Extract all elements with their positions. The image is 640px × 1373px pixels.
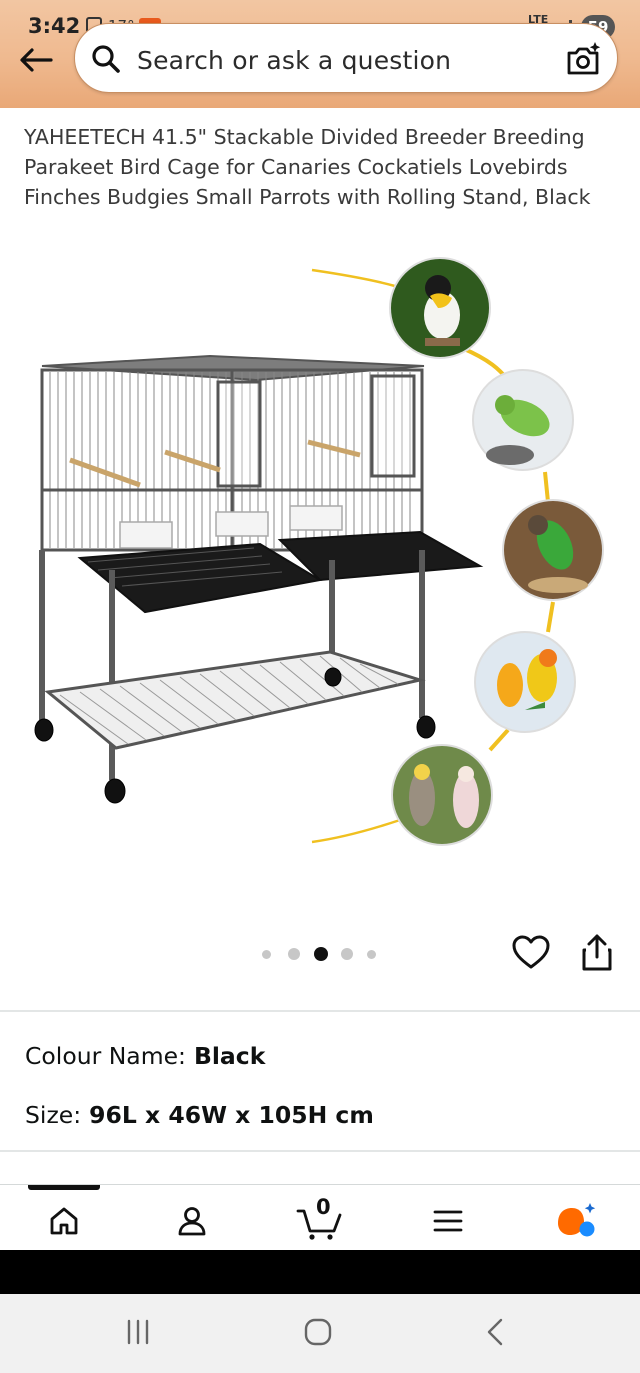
product-image[interactable] — [20, 240, 640, 880]
nav-rufus[interactable] — [552, 1199, 600, 1243]
recent-apps-button[interactable] — [116, 1312, 160, 1352]
search-bar[interactable]: Search or ask a question — [74, 23, 618, 93]
bird-photo-2 — [472, 369, 574, 471]
recent-apps-icon — [127, 1319, 149, 1345]
carousel-dot[interactable] — [367, 949, 376, 959]
bird-cage — [34, 354, 484, 804]
heart-icon — [512, 935, 550, 969]
carousel-dot[interactable] — [262, 949, 271, 959]
carousel-dot-active[interactable] — [314, 947, 328, 961]
bird-photo-3 — [502, 499, 604, 601]
gesture-area — [0, 1250, 640, 1294]
back-button[interactable] — [14, 40, 58, 80]
colour-variation[interactable]: Colour Name: Black — [25, 1042, 265, 1070]
image-carousel-dots[interactable] — [262, 946, 393, 962]
share-icon — [582, 934, 612, 971]
size-label: Size: — [25, 1101, 82, 1129]
active-tab-indicator — [28, 1185, 100, 1190]
carousel-dot[interactable] — [288, 948, 300, 960]
home-circle-icon — [304, 1318, 332, 1346]
nav-account[interactable] — [168, 1199, 216, 1243]
nav-cart[interactable]: 0 — [296, 1195, 344, 1243]
colour-label: Colour Name: — [25, 1042, 186, 1070]
product-title: YAHEETECH 41.5" Stackable Divided Breede… — [24, 125, 591, 209]
chevron-left-icon — [487, 1318, 503, 1346]
arrow-left-icon — [20, 48, 53, 72]
app-header: 3:42 17° LTE 59 Search or ask a question — [0, 0, 640, 108]
bird-photo-5 — [391, 744, 493, 846]
bird-photo-4 — [474, 631, 576, 733]
camera-search-icon[interactable] — [565, 41, 601, 77]
menu-icon — [433, 1210, 463, 1232]
search-input[interactable]: Search or ask a question — [137, 46, 451, 75]
cart-count-badge: 0 — [316, 1195, 331, 1219]
size-value: 96L x 46W x 105H cm — [89, 1101, 374, 1129]
share-button[interactable] — [576, 932, 618, 974]
rufus-ai-icon — [558, 1203, 596, 1237]
size-variation[interactable]: Size: 96L x 46W x 105H cm — [25, 1101, 374, 1129]
nav-menu[interactable] — [424, 1199, 472, 1243]
account-icon — [178, 1207, 206, 1236]
system-back-button[interactable] — [474, 1312, 518, 1352]
colour-value: Black — [193, 1042, 266, 1070]
home-button[interactable] — [296, 1312, 340, 1352]
nav-home[interactable] — [40, 1199, 88, 1243]
wishlist-button[interactable] — [510, 932, 552, 974]
carousel-dot[interactable] — [341, 948, 353, 960]
divider — [0, 1010, 640, 1012]
system-navigation-bar — [0, 1294, 640, 1373]
bird-photo-1 — [389, 257, 491, 359]
bottom-navigation: 0 — [0, 1184, 640, 1250]
divider — [0, 1150, 640, 1152]
status-time: 3:42 — [28, 14, 81, 38]
search-icon — [92, 45, 120, 73]
home-icon — [50, 1207, 78, 1235]
